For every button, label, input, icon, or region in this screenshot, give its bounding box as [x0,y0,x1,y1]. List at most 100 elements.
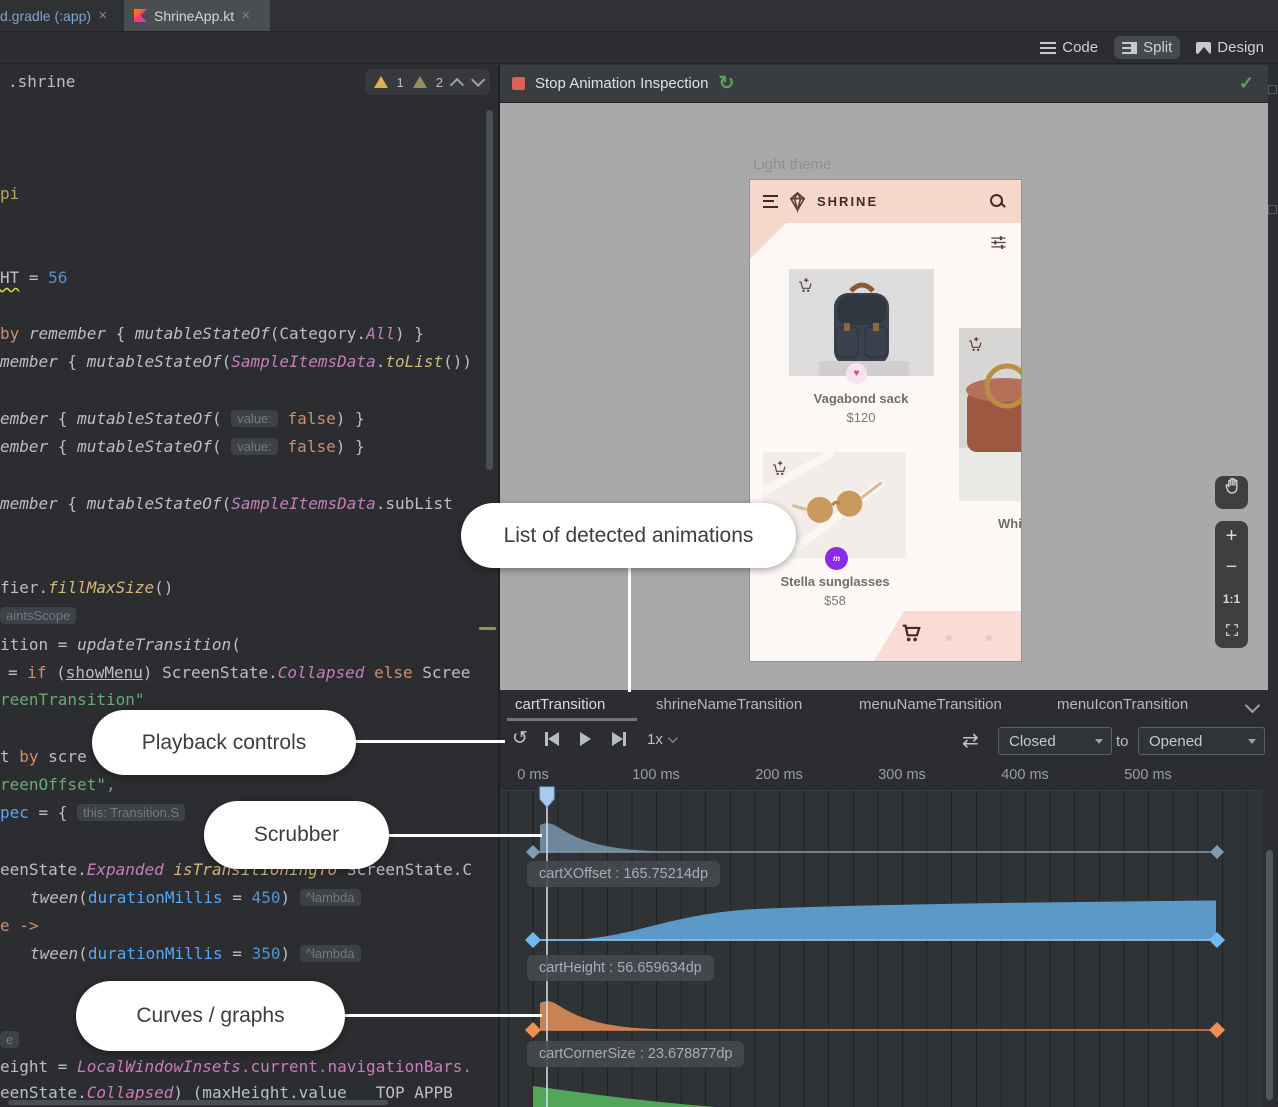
close-icon[interactable]: ✕ [241,9,250,22]
tab-gradle[interactable]: d.gradle (:app) ✕ [0,0,120,31]
loop-icon[interactable]: ↺ [512,727,528,750]
design-view-icon [1196,42,1211,54]
callout-detected-animations: List of detected animations [461,503,796,568]
tab-shrineapp-label: ShrineApp.kt [154,8,234,24]
code-line: by remember { mutableStateOf(Category.Al… [0,324,424,344]
cart-icon[interactable] [900,622,922,644]
callout-connector [350,740,505,743]
code-line: ember { mutableStateOf( value: false) } [0,437,365,457]
shrine-title: SHRINE [817,194,878,209]
from-state-value: Closed [1009,733,1056,750]
code-line: tween(durationMillis = 350) ^lambda [30,944,361,964]
code-line: reenTransition" [0,690,145,710]
checkmark-icon: ✓ [1239,73,1254,94]
callout-scrubber: Scrubber [204,801,389,869]
timeline-ruler[interactable]: 0 ms100 ms200 ms300 ms400 ms500 ms [500,762,1278,790]
stop-animation-label[interactable]: Stop Animation Inspection [535,75,708,92]
add-to-cart-icon[interactable] [771,460,788,477]
next-issue-icon[interactable] [471,73,485,87]
tool-strip-icon[interactable] [1268,205,1277,214]
nav-dot[interactable] [986,635,992,641]
to-label: to [1116,733,1129,750]
shrine-app-bar: SHRINE [750,180,1021,223]
product-name: Vagabond sack [786,391,936,406]
prev-issue-icon[interactable] [450,78,464,92]
android-studio-window: d.gradle (:app) ✕ ShrineApp.kt ✕ Code Sp… [0,0,1278,1107]
editor-vertical-scrollbar[interactable] [486,110,493,470]
product-name-clipped: Whit [998,516,1022,531]
code-line: t by scre [0,747,87,767]
code-view-icon [1040,42,1056,54]
swap-states-icon[interactable]: ⇄ [962,728,979,753]
timeline-scrollbar[interactable] [1266,850,1273,1100]
code-line: aintsScope [0,606,76,626]
zoom-actual-button[interactable]: 1:1 [1215,583,1248,614]
add-to-cart-icon[interactable] [797,277,814,294]
tab-shrineapp[interactable]: ShrineApp.kt ✕ [124,0,270,31]
curve-value-label: cartXOffset : 165.75214dp [527,861,720,887]
code-line: pec = { this: Transition.S [0,803,185,823]
skip-to-end-button[interactable] [612,732,626,746]
warning-count: 1 [397,75,404,90]
package-line: .shrine [8,72,75,91]
design-view-label: Design [1217,39,1264,56]
skip-to-start-button[interactable] [545,732,559,746]
pan-button[interactable] [1215,476,1248,509]
hand-icon [1222,476,1242,496]
product-image-vagabond-sack[interactable] [789,269,934,376]
animation-tab-cartTransition[interactable]: cartTransition [515,696,605,713]
code-line: member { mutableStateOf(SampleItemsData.… [0,494,453,514]
chevron-down-icon [668,733,678,743]
filter-tune-icon[interactable] [989,233,1008,252]
code-line: eight = LocalWindowInsets.current.naviga… [0,1057,472,1077]
curve-value-label: cartHeight : 56.659634dp [527,955,714,981]
inspections-widget[interactable]: 1 2 [365,69,490,95]
zoom-fit-button[interactable] [1215,614,1248,645]
split-view-label: Split [1143,39,1172,56]
error-stripe-mark[interactable] [479,627,496,630]
view-mode-split[interactable]: Split [1114,36,1180,59]
animation-tab-menuNameTransition[interactable]: menuNameTransition [859,696,1002,713]
zoom-in-button[interactable]: + [1215,521,1248,552]
stop-icon[interactable] [512,77,525,90]
product-price: $58 [760,593,910,608]
zoom-out-button[interactable]: − [1215,552,1248,583]
code-line: pi [0,184,19,204]
code-editor[interactable]: piHT = 56by remember { mutableStateOf(Ca… [0,100,498,1107]
product-name: Stella sunglasses [760,574,910,589]
chevron-down-icon [1095,739,1103,748]
tab-gradle-label: d.gradle (:app) [0,8,91,24]
search-icon[interactable] [990,194,1003,207]
editor-horizontal-scrollbar[interactable] [8,1100,388,1105]
animation-tab-menuIconTransition[interactable]: menuIconTransition [1057,696,1188,713]
shrine-logo-icon [786,190,809,213]
shrine-app-preview: SHRINE [749,179,1022,662]
belt-image [959,328,1021,501]
product-image-clipped[interactable] [959,328,1021,501]
code-line: e [0,1030,19,1050]
view-mode-code[interactable]: Code [1040,39,1098,56]
more-tabs-chevron-icon[interactable] [1245,698,1261,714]
to-state-value: Opened [1149,733,1202,750]
add-to-cart-icon[interactable] [967,336,984,353]
from-state-dropdown[interactable]: Closed [998,727,1112,755]
tool-strip-icon[interactable] [1268,85,1277,94]
play-button[interactable] [580,732,591,746]
code-line: ition = updateTransition( [0,635,241,655]
curve-value-label: cartCornerSize : 23.678877dp [527,1041,744,1067]
speed-dropdown[interactable]: 1x [647,731,675,748]
callout-connector [628,565,631,692]
close-icon[interactable]: ✕ [98,9,107,22]
refresh-icon[interactable]: ↻ [718,72,734,95]
menu-icon[interactable] [763,195,778,208]
code-line: member { mutableStateOf(SampleItemsData.… [0,352,472,372]
fit-screen-icon [1224,622,1240,638]
code-line: reenOffset", [0,775,116,795]
preview-theme-label: Light theme [753,156,831,173]
nav-dot[interactable] [946,635,952,641]
view-mode-design[interactable]: Design [1196,39,1264,56]
animation-tab-shrineNameTransition[interactable]: shrineNameTransition [656,696,802,713]
to-state-dropdown[interactable]: Opened [1138,727,1265,755]
ruler-tick-label: 100 ms [626,767,686,783]
kotlin-file-icon [134,9,147,22]
